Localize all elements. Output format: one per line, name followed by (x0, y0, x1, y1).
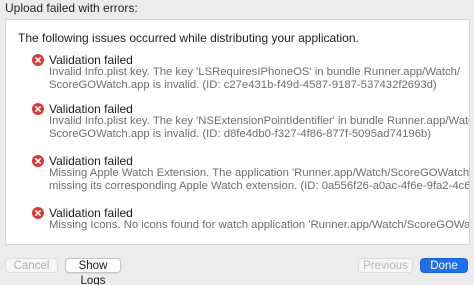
issue-detail-line: ScoreGOWatch.app is invalid. (ID: c27e43… (49, 78, 437, 91)
issue-detail[interactable]: Invalid Info.plist key. The key 'LSRequi… (49, 66, 469, 91)
cancel-button[interactable]: Cancel (5, 258, 58, 273)
previous-button[interactable]: Previous (358, 258, 413, 273)
done-button[interactable]: Done (420, 258, 468, 273)
issue-detail-line: Missing Icons. No icons found for watch … (49, 219, 470, 231)
issue-title: Validation failed (49, 102, 133, 116)
issue-detail-line: Invalid Info.plist key. The key 'NSExten… (49, 115, 470, 127)
issue-detail[interactable]: Missing Icons. No icons found for watch … (49, 219, 469, 232)
dialog-title: Upload failed with errors: (5, 1, 138, 15)
error-icon (32, 207, 44, 219)
error-icon (32, 103, 44, 115)
issues-intro: The following issues occurred while dist… (18, 31, 359, 45)
issue-detail-line: Invalid Info.plist key. The key 'LSRequi… (49, 66, 461, 78)
upload-error-dialog: Upload failed with errors: The following… (0, 0, 474, 285)
issue-title: Validation failed (49, 206, 133, 220)
issue-detail[interactable]: Missing Apple Watch Extension. The appli… (49, 167, 469, 192)
issue-title: Validation failed (49, 53, 133, 67)
issue-detail-line: missing its corresponding Apple Watch ex… (49, 179, 470, 192)
error-icon (32, 155, 44, 167)
issue-detail-line: Missing Apple Watch Extension. The appli… (49, 167, 470, 179)
issue-detail-line: ScoreGOWatch.app is invalid. (ID: d8fe4d… (49, 127, 432, 140)
error-icon (32, 54, 44, 66)
issue-detail[interactable]: Invalid Info.plist key. The key 'NSExten… (49, 115, 469, 140)
issue-title: Validation failed (49, 154, 133, 168)
issues-panel[interactable]: The following issues occurred while dist… (5, 19, 470, 245)
show-logs-button[interactable]: Show Logs (65, 258, 121, 285)
